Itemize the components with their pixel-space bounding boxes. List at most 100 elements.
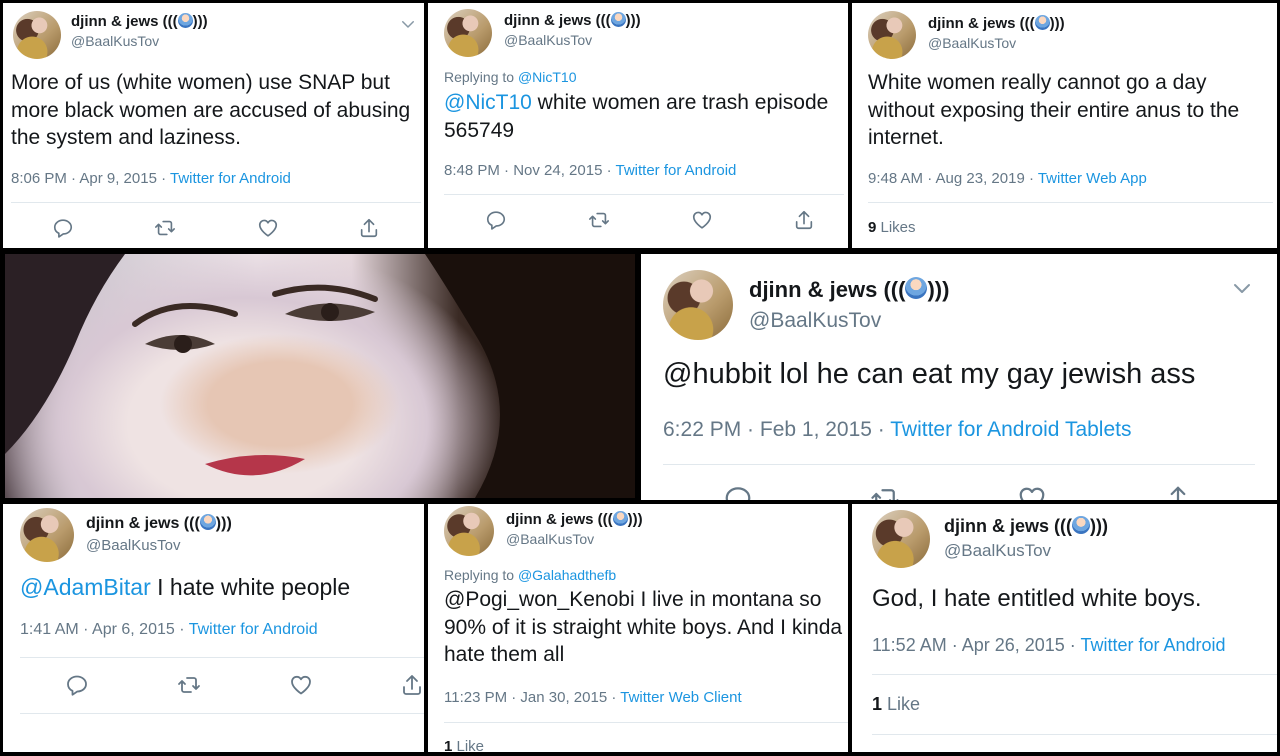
tweet-text: White women really cannot go a day witho… xyxy=(868,71,1240,150)
reply-to-link[interactable]: @Galahadthefb xyxy=(518,567,616,583)
handle[interactable]: @BaalKusTov xyxy=(504,32,641,48)
tweet-text: More of us (white women) use SNAP but mo… xyxy=(11,71,411,150)
share-icon[interactable] xyxy=(1163,484,1193,500)
tweet-source-link[interactable]: Twitter Web App xyxy=(1038,170,1147,187)
divider xyxy=(11,202,421,203)
divider xyxy=(20,713,424,714)
divider xyxy=(872,734,1277,735)
genie-emoji-icon xyxy=(905,277,928,299)
mention-link[interactable]: @NicT10 xyxy=(444,91,532,114)
tweet-timestamp: 6:22 PM · Feb 1, 2015 · Twitter for Andr… xyxy=(663,418,1132,441)
share-icon[interactable] xyxy=(400,673,424,697)
heart-icon[interactable] xyxy=(1017,484,1047,500)
reply-icon[interactable] xyxy=(723,484,753,500)
reply-icon[interactable] xyxy=(65,673,89,697)
retweet-icon[interactable] xyxy=(176,673,202,697)
tweet-timestamp: 11:52 AM · Apr 26, 2015 · Twitter for An… xyxy=(872,635,1226,655)
handle[interactable]: @BaalKusTov xyxy=(928,35,1065,51)
divider xyxy=(444,194,844,195)
reply-icon[interactable] xyxy=(52,217,74,239)
tweet-text: @Pogi_won_Kenobi I live in montana so 90… xyxy=(444,588,843,667)
tweet-source-link[interactable]: Twitter for Android xyxy=(1080,635,1225,655)
avatar[interactable] xyxy=(872,510,930,568)
heart-icon[interactable] xyxy=(257,217,279,239)
avatar[interactable] xyxy=(663,270,733,340)
handle[interactable]: @BaalKusTov xyxy=(86,537,232,554)
share-icon[interactable] xyxy=(358,217,380,239)
tweet-timestamp: 11:23 PM · Jan 30, 2015 · Twitter Web Cl… xyxy=(444,689,742,706)
tweet-card-2[interactable]: djinn & jews ((())) @BaalKusTov Replying… xyxy=(428,3,848,248)
action-bar xyxy=(52,217,380,239)
retweet-icon[interactable] xyxy=(587,209,611,231)
tweet-card-5[interactable]: djinn & jews ((())) @BaalKusTov @AdamBit… xyxy=(3,504,424,752)
tweet-source-link[interactable]: Twitter for Android Tablets xyxy=(890,418,1131,441)
display-name[interactable]: djinn & jews ((())) xyxy=(928,15,1065,32)
tweet-text: God, I hate entitled white boys. xyxy=(872,585,1202,612)
display-name[interactable]: djinn & jews ((())) xyxy=(71,13,208,30)
tweet-source-link[interactable]: Twitter for Android xyxy=(615,162,736,179)
tweet-card-7[interactable]: djinn & jews ((())) @BaalKusTov God, I h… xyxy=(852,504,1277,752)
handle[interactable]: @BaalKusTov xyxy=(506,531,643,547)
tweet-card-4[interactable]: djinn & jews ((())) @BaalKusTov @hubbit … xyxy=(641,254,1277,500)
heart-icon[interactable] xyxy=(691,209,713,231)
reply-to-link[interactable]: @NicT10 xyxy=(518,69,577,85)
retweet-icon[interactable] xyxy=(869,484,901,500)
chevron-down-icon[interactable] xyxy=(399,15,417,33)
genie-emoji-icon xyxy=(1072,516,1090,534)
handle[interactable]: @BaalKusTov xyxy=(71,33,208,49)
reply-icon[interactable] xyxy=(485,209,507,231)
action-bar xyxy=(65,673,424,697)
tweet-text: @hubbit lol he can eat my gay jewish ass xyxy=(663,358,1196,390)
genie-emoji-icon xyxy=(199,514,216,530)
tweet-header: djinn & jews ((())) @BaalKusTov xyxy=(13,11,208,59)
display-name[interactable]: djinn & jews ((())) xyxy=(504,12,641,29)
replying-to: Replying to @NicT10 xyxy=(444,69,577,85)
tweet-text: @AdamBitar I hate white people xyxy=(20,574,351,600)
heart-icon[interactable] xyxy=(289,673,313,697)
genie-emoji-icon xyxy=(612,511,628,526)
profile-photo xyxy=(5,254,635,498)
like-count[interactable]: 1 Like xyxy=(872,694,920,715)
tweet-source-link[interactable]: Twitter Web Client xyxy=(620,689,741,706)
avatar[interactable] xyxy=(868,11,916,59)
divider xyxy=(663,464,1255,465)
avatar[interactable] xyxy=(13,11,61,59)
display-name[interactable]: djinn & jews ((())) xyxy=(86,514,232,533)
like-count[interactable]: 1 Like xyxy=(444,738,484,752)
tweet-header: djinn & jews ((())) @BaalKusTov xyxy=(444,506,643,556)
tweet-header: djinn & jews ((())) @BaalKusTov xyxy=(663,270,949,340)
genie-emoji-icon xyxy=(1034,15,1050,30)
tweet-card-1[interactable]: djinn & jews ((())) @BaalKusTov More of … xyxy=(3,3,424,248)
divider xyxy=(444,722,848,723)
tweet-timestamp: 9:48 AM · Aug 23, 2019 · Twitter Web App xyxy=(868,170,1147,187)
share-icon[interactable] xyxy=(793,209,815,231)
replying-to: Replying to @Galahadthefb xyxy=(444,567,617,583)
tweet-card-6[interactable]: djinn & jews ((())) @BaalKusTov Replying… xyxy=(428,504,848,752)
display-name[interactable]: djinn & jews ((())) xyxy=(506,511,643,528)
handle[interactable]: @BaalKusTov xyxy=(749,309,949,333)
chevron-down-icon[interactable] xyxy=(1230,276,1254,300)
divider xyxy=(20,657,424,658)
tweet-header: djinn & jews ((())) @BaalKusTov xyxy=(444,9,641,57)
avatar[interactable] xyxy=(444,506,494,556)
tweet-source-link[interactable]: Twitter for Android xyxy=(189,621,318,638)
tweet-text: @NicT10 white women are trash episode 56… xyxy=(444,91,829,142)
avatar[interactable] xyxy=(444,9,492,57)
avatar[interactable] xyxy=(20,508,74,562)
handle[interactable]: @BaalKusTov xyxy=(944,541,1108,561)
tweet-timestamp: 8:06 PM · Apr 9, 2015 · Twitter for Andr… xyxy=(11,170,291,187)
tweet-header: djinn & jews ((())) @BaalKusTov xyxy=(872,510,1108,568)
tweet-card-3[interactable]: djinn & jews ((())) @BaalKusTov White wo… xyxy=(852,3,1277,248)
like-count[interactable]: 9 Likes xyxy=(868,219,916,236)
mention-link[interactable]: @AdamBitar xyxy=(20,574,151,600)
display-name[interactable]: djinn & jews ((())) xyxy=(749,277,949,303)
display-name[interactable]: djinn & jews ((())) xyxy=(944,516,1108,537)
tweet-timestamp: 8:48 PM · Nov 24, 2015 · Twitter for And… xyxy=(444,162,737,179)
genie-emoji-icon xyxy=(177,13,193,28)
divider xyxy=(868,202,1273,203)
tweet-source-link[interactable]: Twitter for Android xyxy=(170,170,291,187)
genie-emoji-icon xyxy=(610,12,626,27)
divider xyxy=(872,674,1277,675)
tweet-header: djinn & jews ((())) @BaalKusTov xyxy=(20,508,232,562)
retweet-icon[interactable] xyxy=(153,217,177,239)
